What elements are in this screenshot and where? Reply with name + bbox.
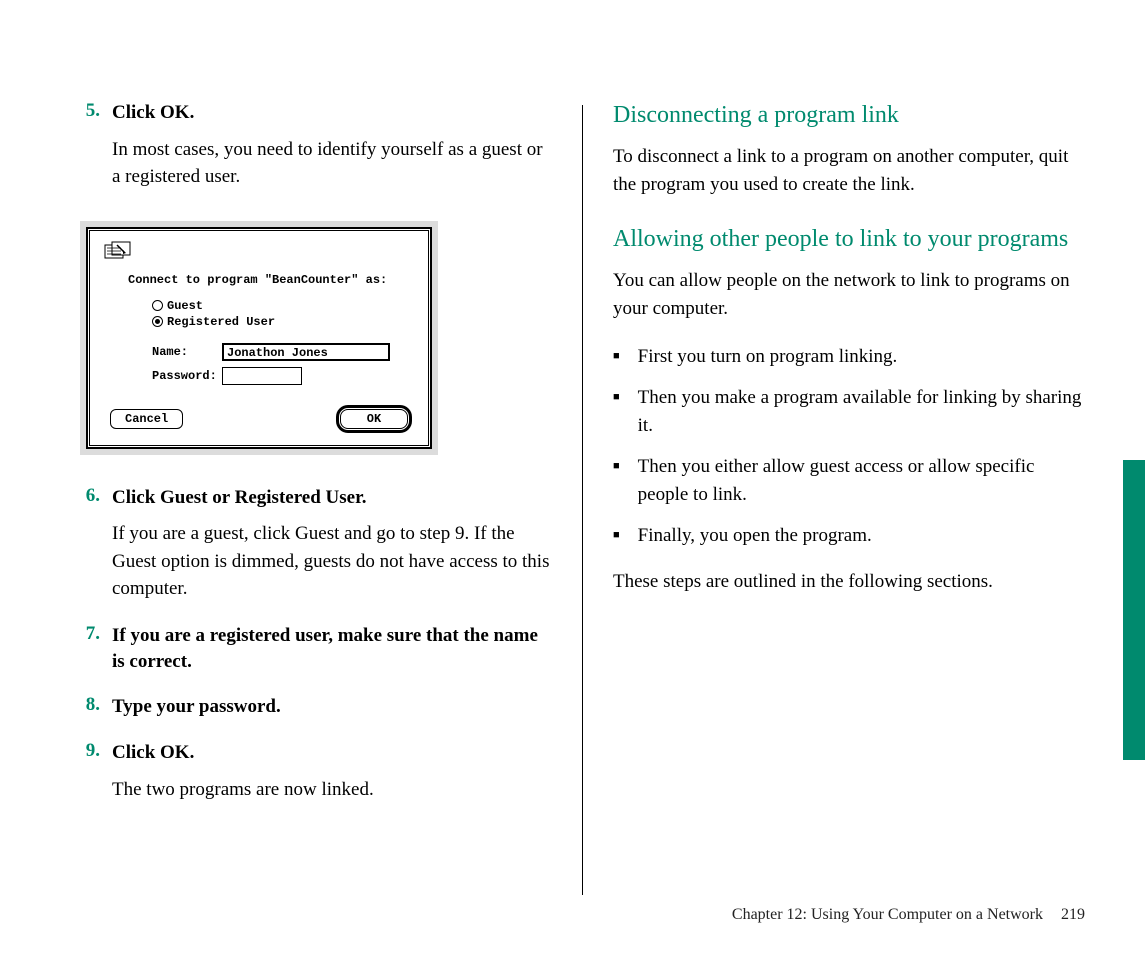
bullet-list: ■ First you turn on program linking. ■ T… bbox=[613, 343, 1085, 550]
step-title: Click OK. bbox=[112, 740, 194, 766]
program-link-icon bbox=[104, 241, 132, 263]
step-6: 6. Click Guest or Registered User. If yo… bbox=[80, 485, 552, 603]
bullet-text: First you turn on program linking. bbox=[638, 343, 898, 371]
ok-button[interactable]: OK bbox=[340, 409, 408, 429]
list-item: ■ Finally, you open the program. bbox=[613, 522, 1085, 550]
step-number: 6. bbox=[80, 485, 100, 511]
bullet-text: Finally, you open the program. bbox=[638, 522, 872, 550]
list-item: ■ Then you make a program available for … bbox=[613, 384, 1085, 439]
password-field-row: Password: bbox=[152, 367, 414, 385]
right-column: Disconnecting a program link To disconne… bbox=[583, 100, 1085, 895]
heading-allowing: Allowing other people to link to your pr… bbox=[613, 224, 1085, 255]
step-5: 5. Click OK. In most cases, you need to … bbox=[80, 100, 552, 191]
step-number: 5. bbox=[80, 100, 100, 126]
chapter-label: Chapter 12: Using Your Computer on a Net… bbox=[732, 906, 1043, 923]
list-item: ■ First you turn on program linking. bbox=[613, 343, 1085, 371]
radio-label: Registered User bbox=[167, 315, 275, 329]
step-title: Click Guest or Registered User. bbox=[112, 485, 367, 511]
step-8: 8. Type your password. bbox=[80, 694, 552, 720]
name-input[interactable]: Jonathon Jones bbox=[222, 343, 390, 361]
radio-icon-unselected bbox=[152, 300, 163, 311]
password-label: Password: bbox=[152, 369, 222, 383]
name-field-row: Name: Jonathon Jones bbox=[152, 343, 414, 361]
heading-disconnecting: Disconnecting a program link bbox=[613, 100, 1085, 131]
paragraph: These steps are outlined in the followin… bbox=[613, 568, 1085, 596]
step-number: 9. bbox=[80, 740, 100, 766]
step-list: 5. Click OK. In most cases, you need to … bbox=[80, 100, 552, 803]
paragraph: To disconnect a link to a program on ano… bbox=[613, 143, 1085, 198]
page-content: 5. Click OK. In most cases, you need to … bbox=[0, 0, 1145, 895]
bullet-icon: ■ bbox=[613, 349, 620, 371]
dialog-figure: Connect to program "BeanCounter" as: Gue… bbox=[80, 221, 438, 455]
dialog-prompt: Connect to program "BeanCounter" as: bbox=[128, 273, 414, 287]
step-title: If you are a registered user, make sure … bbox=[112, 623, 552, 674]
step-body-text: In most cases, you need to identify your… bbox=[112, 136, 552, 191]
cancel-button[interactable]: Cancel bbox=[110, 409, 183, 429]
left-column: 5. Click OK. In most cases, you need to … bbox=[80, 100, 582, 895]
password-input[interactable] bbox=[222, 367, 302, 385]
step-number: 7. bbox=[80, 623, 100, 674]
step-7: 7. If you are a registered user, make su… bbox=[80, 623, 552, 674]
step-body-text: The two programs are now linked. bbox=[112, 776, 552, 804]
bullet-icon: ■ bbox=[613, 528, 620, 550]
radio-icon-selected bbox=[152, 316, 163, 327]
radio-guest[interactable]: Guest bbox=[152, 299, 414, 313]
name-label: Name: bbox=[152, 345, 222, 359]
bullet-icon: ■ bbox=[613, 390, 620, 439]
step-title: Type your password. bbox=[112, 694, 281, 720]
radio-registered-user[interactable]: Registered User bbox=[152, 315, 414, 329]
step-title: Click OK. bbox=[112, 100, 194, 126]
step-number: 8. bbox=[80, 694, 100, 720]
page-footer: Chapter 12: Using Your Computer on a Net… bbox=[732, 906, 1085, 924]
radio-label: Guest bbox=[167, 299, 203, 313]
step-9: 9. Click OK. The two programs are now li… bbox=[80, 740, 552, 803]
radio-group: Guest Registered User bbox=[152, 299, 414, 329]
list-item: ■ Then you either allow guest access or … bbox=[613, 453, 1085, 508]
page-number: 219 bbox=[1061, 906, 1085, 923]
bullet-icon: ■ bbox=[613, 459, 620, 508]
bullet-text: Then you either allow guest access or al… bbox=[638, 453, 1085, 508]
edge-tab bbox=[1123, 460, 1145, 760]
paragraph: You can allow people on the network to l… bbox=[613, 267, 1085, 322]
bullet-text: Then you make a program available for li… bbox=[638, 384, 1085, 439]
step-body-text: If you are a guest, click Guest and go t… bbox=[112, 520, 552, 603]
